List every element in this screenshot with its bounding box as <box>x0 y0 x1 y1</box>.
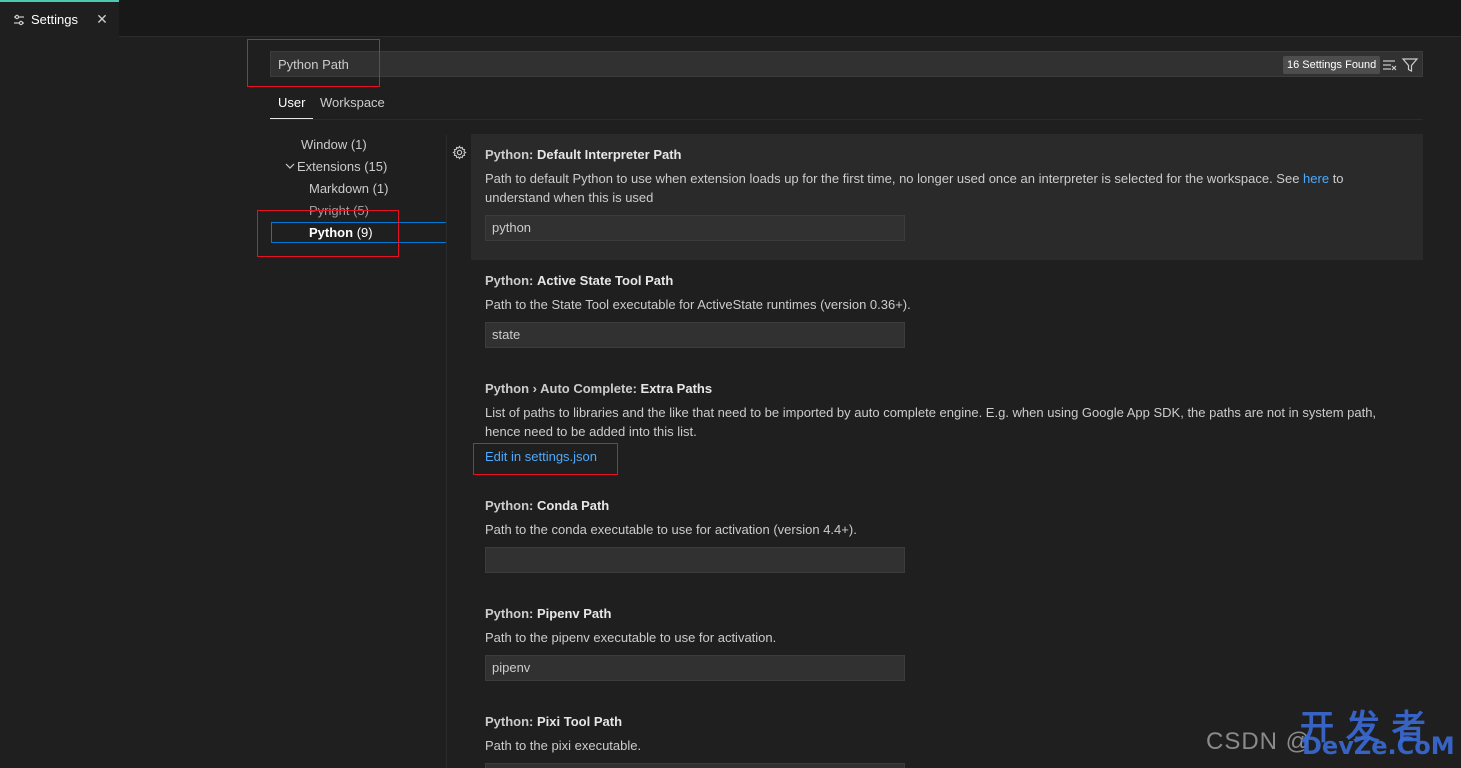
toc-item-window[interactable]: Window (1) <box>301 134 367 156</box>
setting-name: Pixi Tool Path <box>537 714 623 729</box>
editor-tab-bar: Settings ✕ <box>0 0 1461 37</box>
setting-description: Path to the pipenv executable to use for… <box>485 630 777 645</box>
toc-item-label: Extensions (15) <box>297 159 388 174</box>
toc-item-python[interactable]: Python (9) <box>309 222 373 244</box>
clear-filter-icon[interactable] <box>1381 56 1399 74</box>
setting-description: List of paths to libraries and the like … <box>485 405 1377 439</box>
toc-item-label: Python <box>309 225 354 240</box>
setting-title: Python: Conda Path <box>485 497 1405 515</box>
setting-category: Python: <box>485 714 534 729</box>
toc-divider <box>446 135 447 768</box>
toc-item-extensions[interactable]: Extensions (15) <box>285 156 387 178</box>
setting-value-input[interactable]: pipenv <box>485 655 905 681</box>
settings-editor: Settings ✕ 16 Settings Found User Worksp… <box>0 0 1461 768</box>
watermark-csdn: CSDN @ <box>1206 728 1312 755</box>
setting-name: Active State Tool Path <box>537 273 674 288</box>
search-input[interactable] <box>271 52 1271 76</box>
setting-title: Python: Pipenv Path <box>485 605 1405 623</box>
setting-conda-path: Python: Conda Path Path to the conda exe… <box>485 497 1405 573</box>
setting-description: Path to the conda executable to use for … <box>485 522 857 537</box>
setting-value-input[interactable] <box>485 763 905 768</box>
results-count-badge: 16 Settings Found <box>1283 56 1381 74</box>
settings-search: 16 Settings Found <box>270 51 1423 77</box>
setting-description: Path to the State Tool executable for Ac… <box>485 297 911 312</box>
tab-settings[interactable]: Settings ✕ <box>0 0 119 37</box>
tab-user[interactable]: User <box>270 92 314 119</box>
filter-icon[interactable] <box>1401 56 1419 74</box>
setting-category: Python: <box>485 273 534 288</box>
toc-item-label: Window (1) <box>301 137 367 152</box>
tab-label: Settings <box>31 12 78 27</box>
setting-description: Path to default Python to use when exten… <box>485 169 1405 207</box>
setting-title: Python: Default Interpreter Path <box>485 146 1405 164</box>
setting-desc-text: Path to default Python to use when exten… <box>485 171 1304 186</box>
setting-active-state-tool-path: Python: Active State Tool Path Path to t… <box>485 272 1405 348</box>
toc-item-markdown[interactable]: Markdown (1) <box>309 178 388 200</box>
edit-in-settings-json-link[interactable]: Edit in settings.json <box>485 449 597 464</box>
setting-auto-complete-extra-paths: Python › Auto Complete: Extra Paths List… <box>485 380 1405 464</box>
setting-value-input[interactable]: python <box>485 215 905 241</box>
gear-icon[interactable] <box>452 145 467 160</box>
setting-name: Conda Path <box>537 498 610 513</box>
setting-category: Python: <box>485 498 534 513</box>
setting-category: Python: <box>485 147 534 162</box>
toc-item-count: (9) <box>356 225 373 240</box>
setting-value-input[interactable]: state <box>485 322 905 348</box>
here-link[interactable]: here <box>1303 171 1329 186</box>
setting-name: Default Interpreter Path <box>537 147 682 162</box>
setting-value-input[interactable] <box>485 547 905 573</box>
setting-category: Python: <box>485 606 534 621</box>
toc-item-label: Pyright (5) <box>309 203 369 218</box>
setting-name: Pipenv Path <box>537 606 612 621</box>
setting-category: Python › Auto Complete: <box>485 381 637 396</box>
tab-workspace[interactable]: Workspace <box>320 92 385 119</box>
scope-divider <box>270 119 1423 120</box>
close-icon[interactable]: ✕ <box>94 11 110 27</box>
settings-sliders-icon <box>12 13 26 27</box>
setting-title: Python › Auto Complete: Extra Paths <box>485 380 1405 398</box>
setting-pipenv-path: Python: Pipenv Path Path to the pipenv e… <box>485 605 1405 681</box>
toc-item-label: Markdown (1) <box>309 181 389 196</box>
setting-title: Python: Active State Tool Path <box>485 272 1405 290</box>
setting-default-interpreter-path: Python: Default Interpreter Path Path to… <box>485 146 1405 241</box>
watermark-devze-com: DevZe.CoM <box>1302 732 1455 760</box>
setting-name: Extra Paths <box>640 381 713 396</box>
toc-item-pyright[interactable]: Pyright (5) <box>309 200 369 222</box>
chevron-down-icon <box>285 158 297 180</box>
